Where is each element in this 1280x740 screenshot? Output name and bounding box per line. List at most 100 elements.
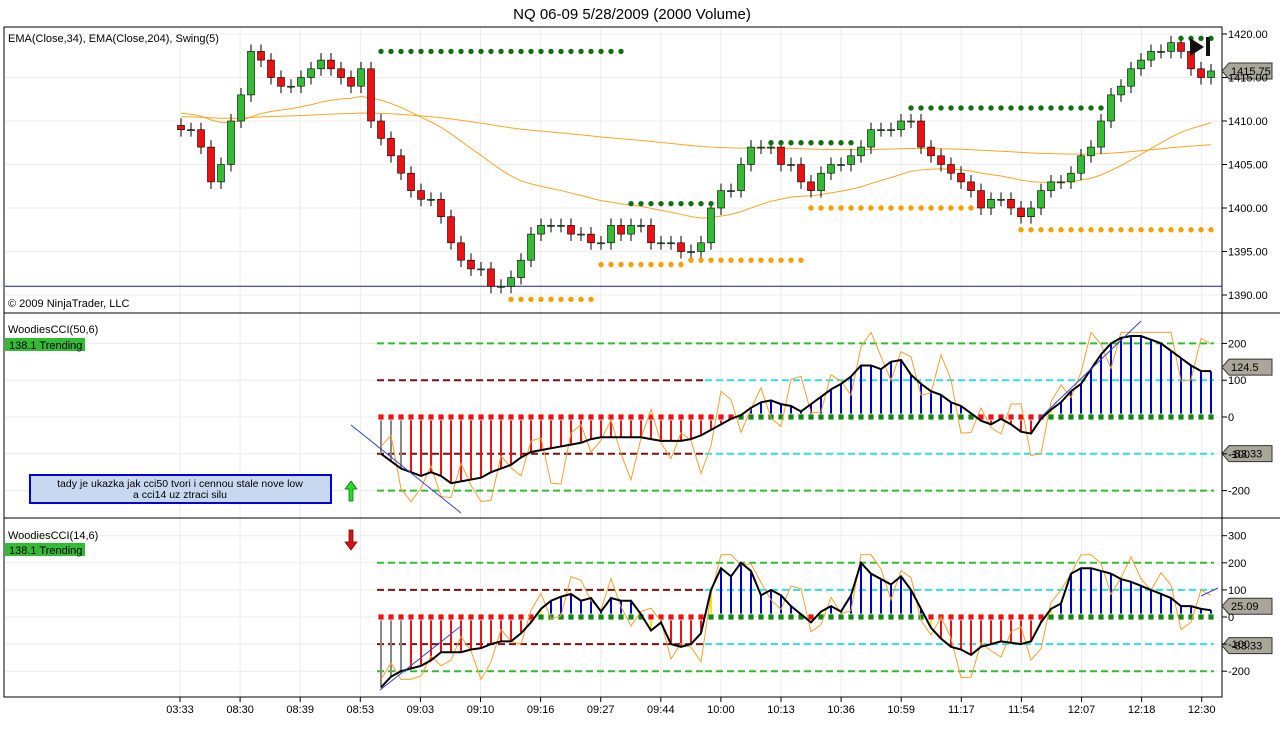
zero-line-marker [887, 613, 895, 621]
copyright: © 2009 NinjaTrader, LLC [8, 298, 129, 310]
swing-high-dot [1048, 105, 1054, 111]
down-arrow-icon[interactable] [344, 529, 358, 551]
y-tick-label: 1420.00 [1228, 29, 1268, 41]
candle [497, 279, 505, 294]
swing-high-dot [918, 105, 924, 111]
swing-low-dot [918, 205, 924, 211]
candle-body [1127, 68, 1135, 87]
swing-high-dot [998, 105, 1004, 111]
zero-line-marker [1077, 613, 1085, 621]
swing-low-dot [598, 261, 604, 268]
candle [637, 218, 645, 233]
y-tick-label: 0 [1228, 412, 1234, 424]
zero-line-marker [1117, 413, 1125, 421]
candle-body [837, 164, 845, 166]
swing-high-dot [1028, 105, 1034, 111]
candle [197, 122, 205, 155]
swing-high-dot [548, 48, 554, 55]
zero-line-marker [457, 613, 465, 621]
candle [887, 122, 895, 137]
zero-line-marker [497, 613, 505, 621]
candle-body [1077, 155, 1085, 174]
candle-body [557, 225, 565, 227]
candle [1087, 140, 1095, 163]
swing-low-dot [688, 257, 694, 263]
ema-204-line [180, 112, 1212, 155]
candle [907, 114, 915, 128]
candle-body [597, 242, 605, 245]
swing-low-dot [1058, 227, 1064, 233]
candle [447, 209, 455, 250]
swing-low-dot [628, 261, 634, 268]
swing-low-dot [588, 296, 594, 303]
candle [1167, 35, 1175, 59]
candle [987, 192, 995, 215]
candle-body [487, 268, 495, 287]
zero-line-marker [967, 613, 975, 621]
candle [1057, 174, 1065, 189]
annotation-box[interactable]: tady je ukazka jak cci50 tvori i cennou … [29, 474, 332, 504]
candle [307, 61, 315, 85]
swing-high-dot [578, 48, 584, 55]
zero-line-marker [567, 613, 575, 621]
candle [677, 235, 685, 259]
candle [937, 148, 945, 172]
y-tick-label: -100 [1228, 449, 1250, 461]
zero-line-marker [627, 413, 635, 421]
zero-line-marker [507, 413, 515, 421]
swing-low-dot [1178, 227, 1184, 233]
zero-line-marker [927, 413, 935, 421]
swing-high-dot [408, 48, 414, 55]
zero-line-marker [687, 413, 695, 421]
swing-low-dot [538, 296, 544, 303]
candle-body [257, 51, 265, 61]
zero-line-marker [1057, 613, 1065, 621]
candle-body [627, 225, 635, 235]
zero-line-marker [917, 413, 925, 421]
x-tick-label: 09:03 [407, 704, 435, 716]
candle-body [1067, 172, 1075, 183]
candle-body [307, 68, 315, 78]
zero-line-marker [707, 413, 715, 421]
swing-high-dot [558, 48, 564, 55]
candle-body [197, 129, 205, 148]
candle [807, 174, 815, 198]
zero-line-marker [757, 613, 765, 621]
zero-line-marker [847, 413, 855, 421]
zero-line-marker [937, 413, 945, 421]
candle-body [1207, 70, 1215, 78]
candle-body [867, 129, 875, 148]
candle-body [1147, 51, 1155, 61]
swing-high-dot [1038, 105, 1044, 111]
zero-line-marker [557, 413, 565, 421]
zero-line-marker [467, 613, 475, 621]
swing-high-dot [708, 200, 714, 207]
cci50-badge-text: 138.1 Trending [9, 340, 82, 352]
swing-low-dot [1198, 227, 1204, 233]
swing-high-dot [608, 48, 614, 55]
candle-body [647, 225, 655, 244]
x-tick-label: 09:16 [527, 704, 555, 716]
y-tick-label: -200 [1228, 486, 1250, 498]
candle [667, 235, 675, 250]
zero-line-marker [587, 613, 595, 621]
swing-high-dot [968, 105, 974, 111]
x-tick-label: 09:44 [647, 704, 675, 716]
swing-low-dot [1188, 227, 1194, 233]
x-tick-label: 12:07 [1068, 704, 1096, 716]
candle [847, 148, 855, 172]
zero-line-marker [507, 613, 515, 621]
candle-body [1137, 59, 1145, 70]
zero-line-marker [1107, 613, 1115, 621]
candle-body [267, 59, 275, 78]
swing-low-dot [758, 257, 764, 263]
zero-line-marker [767, 613, 775, 621]
cci14-panel[interactable]: 25.09-83.33 [377, 554, 1273, 691]
zero-line-marker [807, 413, 815, 421]
candle-body [1117, 85, 1125, 96]
swing-low-dot [738, 257, 744, 263]
cci50-panel[interactable]: 124.5-83.33 [350, 320, 1273, 514]
swing-low-dot [948, 205, 954, 211]
candle [817, 166, 825, 198]
zero-line-marker [897, 613, 905, 621]
